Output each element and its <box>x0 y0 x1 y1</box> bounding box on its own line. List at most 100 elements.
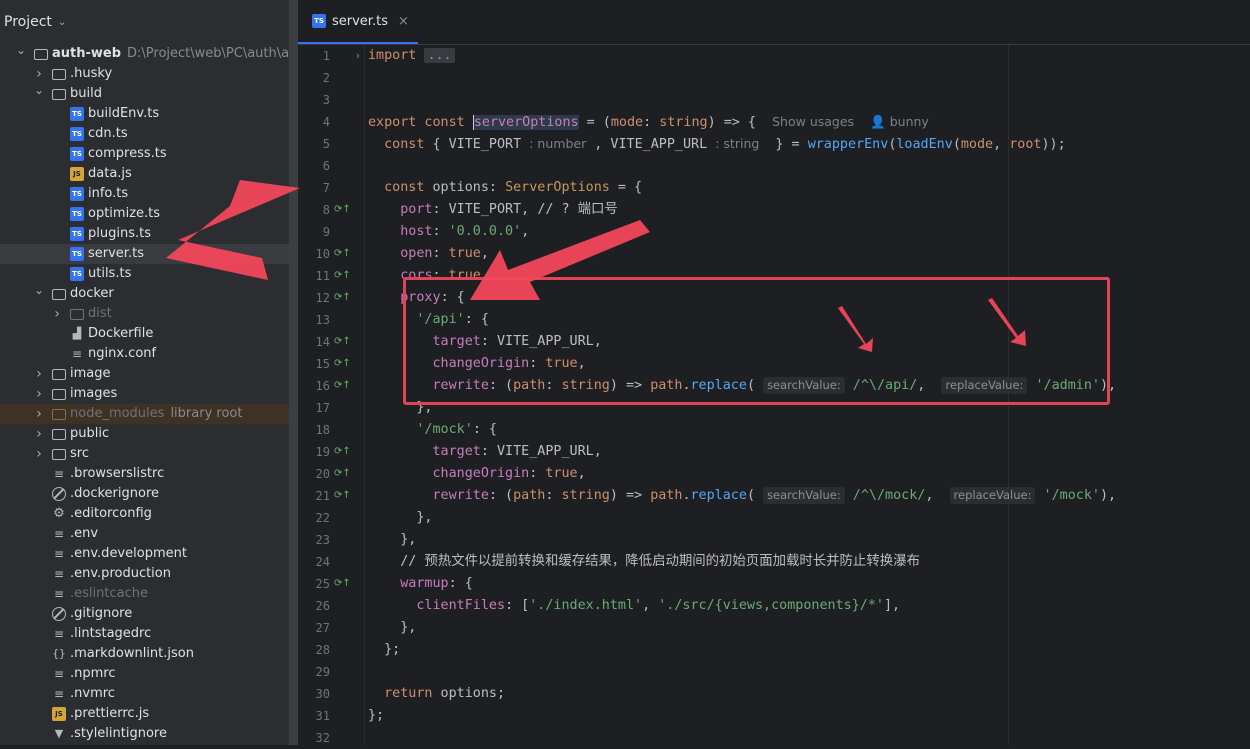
tree-item-name: .lintstagedrc <box>70 626 152 641</box>
tree-file[interactable]: ≡ .browserslistrc <box>0 464 289 484</box>
code-line[interactable]: const { VITE_PORT : number , VITE_APP_UR… <box>368 133 1066 155</box>
tree-file[interactable]: ≡ nginx.conf <box>0 344 289 364</box>
code-line[interactable]: import ... <box>368 45 455 67</box>
tree-file[interactable]: JS data.js <box>0 164 289 184</box>
tree-item-name: buildEnv.ts <box>88 106 160 121</box>
line-number: 4 <box>322 115 330 129</box>
implements-marker-icon[interactable]: ⟳↑ <box>334 265 351 287</box>
code-line[interactable]: return options; <box>368 683 505 705</box>
tree-item-name: .npmrc <box>70 666 116 681</box>
tree-file[interactable]: ≡ .nvmrc <box>0 684 289 704</box>
tree-folder[interactable]: › image <box>0 364 289 384</box>
tree-folder[interactable]: › src <box>0 444 289 464</box>
line-number: 2 <box>322 71 330 85</box>
chevron-right-icon[interactable]: › <box>52 304 62 324</box>
tree-file[interactable]: ⚙ .editorconfig <box>0 504 289 524</box>
tree-file[interactable]: TS plugins.ts <box>0 224 289 244</box>
chevron-right-icon[interactable]: › <box>34 364 44 384</box>
code-line[interactable]: clientFiles: ['./index.html', './src/{vi… <box>368 595 900 617</box>
tree-item-name: data.js <box>88 166 132 181</box>
implements-marker-icon[interactable]: ⟳↑ <box>334 573 351 595</box>
code-line[interactable]: // 预热文件以提前转换和缓存结果，降低启动期间的初始页面加载时长并防止转换瀑布 <box>368 551 920 573</box>
tree-file[interactable]: JS .prettierrc.js <box>0 704 289 724</box>
chevron-right-icon[interactable]: › <box>34 444 44 464</box>
chevron-down-icon[interactable]: ⌄ <box>34 280 44 300</box>
tree-file[interactable]: TS cdn.ts <box>0 124 289 144</box>
implements-marker-icon[interactable]: ⟳↑ <box>334 199 351 221</box>
tree-file[interactable]: ▟ Dockerfile <box>0 324 289 344</box>
close-icon[interactable]: × <box>398 14 409 29</box>
chevron-right-icon[interactable]: › <box>34 424 44 444</box>
typescript-file-icon: TS <box>70 147 84 161</box>
code-line[interactable]: host: '0.0.0.0', <box>368 221 529 243</box>
tree-file[interactable]: TS optimize.ts <box>0 204 289 224</box>
code-line[interactable]: }, <box>368 507 432 529</box>
tree-file[interactable]: .gitignore <box>0 604 289 624</box>
editor-gutter[interactable]: 1 › 2 3 4 5 6 7 8 ⟳↑ 9 10 ⟳↑ 11 ⟳↑ 12 ⟳↑ 13 14 ⟳↑ 15 ⟳↑ 16 ⟳↑ 17… <box>298 45 365 745</box>
tree-folder[interactable]: ⌄ build <box>0 83 289 104</box>
tree-file[interactable]: TS info.ts <box>0 184 289 204</box>
chevron-down-icon[interactable]: ⌄ <box>16 40 26 60</box>
code-line[interactable]: }, <box>368 617 416 639</box>
implements-marker-icon[interactable]: ⟳↑ <box>334 353 351 375</box>
project-panel-header[interactable]: Project ⌄ <box>0 0 289 44</box>
code-line[interactable]: }; <box>368 705 384 727</box>
tree-item-label: utils.ts <box>88 264 131 284</box>
ignore-file-icon <box>52 607 66 621</box>
library-root-label: library root <box>170 406 243 421</box>
code-line[interactable]: open: true, <box>368 243 489 265</box>
code-line[interactable]: warmup: { <box>368 573 473 595</box>
tree-item-name: Dockerfile <box>88 326 154 341</box>
tree-folder[interactable]: ⌄ docker <box>0 283 289 304</box>
tree-file[interactable]: ≡ .lintstagedrc <box>0 624 289 644</box>
tree-file[interactable]: TS compress.ts <box>0 144 289 164</box>
tree-file[interactable]: .dockerignore <box>0 484 289 504</box>
code-line[interactable]: target: VITE_APP_URL, <box>368 441 602 463</box>
tree-item-name: public <box>70 426 110 441</box>
tree-folder[interactable]: › dist <box>0 304 289 324</box>
code-line[interactable]: '/mock': { <box>368 419 497 441</box>
fold-icon[interactable]: › <box>353 45 363 67</box>
project-panel-title: Project <box>4 14 52 30</box>
tree-folder[interactable]: › images <box>0 384 289 404</box>
panel-splitter[interactable] <box>289 0 298 745</box>
code-line[interactable]: }, <box>368 529 416 551</box>
implements-marker-icon[interactable]: ⟳↑ <box>334 375 351 397</box>
tree-item-label: .markdownlint.json <box>70 644 194 664</box>
chevron-down-icon[interactable]: ⌄ <box>58 17 66 28</box>
implements-marker-icon[interactable]: ⟳↑ <box>334 287 351 309</box>
json-file-icon: {} <box>52 647 66 660</box>
code-line[interactable]: export const serverOptions = (mode: stri… <box>368 111 929 133</box>
chevron-down-icon[interactable]: ⌄ <box>34 80 44 100</box>
chevron-right-icon[interactable]: › <box>34 404 44 424</box>
tree-folder[interactable]: ⌄ auth-web D:\Project\web\PC\auth\auth-web <box>0 43 289 64</box>
tree-folder[interactable]: › node_modules library root <box>0 404 289 424</box>
folder-icon <box>52 449 66 460</box>
tree-item-label: auth-web D:\Project\web\PC\auth\auth-web <box>52 44 289 64</box>
tree-file[interactable]: TS server.ts <box>0 244 289 264</box>
tree-file[interactable]: ≡ .env <box>0 524 289 544</box>
folder-icon <box>70 309 84 320</box>
tree-file[interactable]: ≡ .npmrc <box>0 664 289 684</box>
implements-marker-icon[interactable]: ⟳↑ <box>334 485 351 507</box>
code-line[interactable]: changeOrigin: true, <box>368 463 586 485</box>
tree-file[interactable]: {} .markdownlint.json <box>0 644 289 664</box>
implements-marker-icon[interactable]: ⟳↑ <box>334 463 351 485</box>
tree-folder[interactable]: › public <box>0 424 289 444</box>
text-file-icon: ≡ <box>53 627 65 641</box>
tree-file[interactable]: ≡ .env.development <box>0 544 289 564</box>
code-line[interactable]: port: VITE_PORT, // ? 端口号 <box>368 199 618 221</box>
tree-file[interactable]: ≡ .eslintcache <box>0 584 289 604</box>
implements-marker-icon[interactable]: ⟳↑ <box>334 331 351 353</box>
code-line[interactable]: rewrite: (path: string) => path.replace(… <box>368 485 1116 507</box>
implements-marker-icon[interactable]: ⟳↑ <box>334 243 351 265</box>
tree-file[interactable]: TS buildEnv.ts <box>0 104 289 124</box>
tree-item-name: src <box>70 446 89 461</box>
tab-server-ts[interactable]: TS server.ts × <box>298 0 418 44</box>
code-line[interactable]: const options: ServerOptions = { <box>368 177 642 199</box>
chevron-right-icon[interactable]: › <box>34 384 44 404</box>
tree-file[interactable]: ▼ .stylelintignore <box>0 724 289 744</box>
tree-file[interactable]: ≡ .env.production <box>0 564 289 584</box>
implements-marker-icon[interactable]: ⟳↑ <box>334 441 351 463</box>
code-line[interactable]: }; <box>368 639 400 661</box>
